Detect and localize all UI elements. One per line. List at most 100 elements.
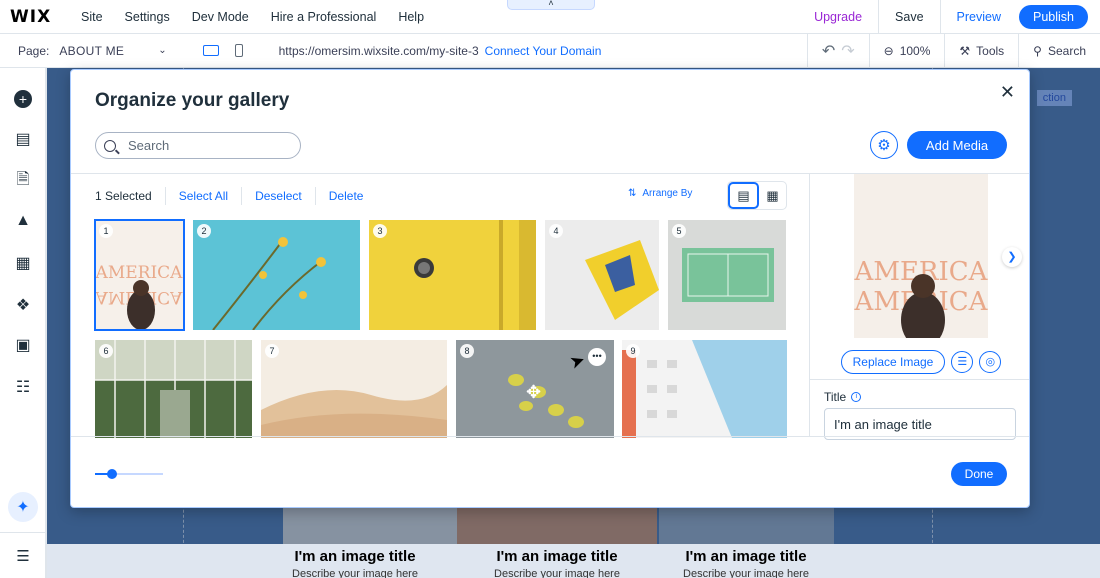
tile-image xyxy=(668,220,786,330)
main-menu: Site Settings Dev Mode Hire a Profession… xyxy=(70,10,435,24)
caption-desc: Describe your image here xyxy=(683,568,809,578)
layers-icon[interactable]: ☰ xyxy=(0,532,46,578)
connect-domain-link[interactable]: Connect Your Domain xyxy=(485,44,602,58)
menu-hire-professional[interactable]: Hire a Professional xyxy=(271,10,377,24)
arrange-by-button[interactable]: ⇅ Arrange By xyxy=(628,188,692,199)
selection-toolbar: 1 Selected Select All Deselect Delete xyxy=(95,185,363,207)
pages-icon[interactable]: 🗎 xyxy=(14,171,32,190)
search-button[interactable]: ⚲ Search xyxy=(1019,44,1100,58)
business-icon[interactable]: ❖ xyxy=(14,296,32,314)
design-icon[interactable]: ▲ xyxy=(14,212,32,230)
tile-number: 1 xyxy=(99,224,113,238)
gear-icon[interactable]: ⚙ xyxy=(870,131,898,159)
modal-title: Organize your gallery xyxy=(95,90,290,111)
gallery-tile[interactable]: 3 xyxy=(369,220,536,330)
tile-image xyxy=(622,340,787,438)
tools-label: Tools xyxy=(976,44,1005,58)
undo-icon[interactable]: ↶ xyxy=(822,41,835,61)
gallery-tile[interactable]: 5 xyxy=(668,220,786,330)
title-label: Title xyxy=(824,390,847,404)
mobile-icon[interactable] xyxy=(234,44,243,57)
divider xyxy=(71,436,1029,437)
menu-dev-mode[interactable]: Dev Mode xyxy=(192,10,249,24)
preview-button[interactable]: Preview xyxy=(957,10,1001,24)
done-button[interactable]: Done xyxy=(951,462,1007,486)
menu-help[interactable]: Help xyxy=(398,10,424,24)
thumbnail-size-slider[interactable] xyxy=(95,469,163,479)
desktop-icon[interactable] xyxy=(202,45,219,56)
zoom-control[interactable]: ⊖ 100% xyxy=(870,44,945,58)
move-icon[interactable]: ✥ xyxy=(526,382,541,403)
tile-number: 3 xyxy=(373,224,387,238)
divider xyxy=(241,187,243,205)
close-icon[interactable]: ✕ xyxy=(1000,82,1015,103)
canvas-caption: I'm an image title Describe your image h… xyxy=(656,548,836,578)
view-toggle: ▤ ▦ xyxy=(727,181,787,210)
page-selector[interactable]: ABOUT ME xyxy=(59,44,124,58)
gallery-tile[interactable]: 9 xyxy=(622,340,787,438)
save-button[interactable]: Save xyxy=(895,10,924,24)
tile-image xyxy=(95,340,252,438)
tile-number: 5 xyxy=(672,224,686,238)
select-all-link[interactable]: Select All xyxy=(179,189,228,203)
wix-logo[interactable]: WIX xyxy=(10,7,60,27)
add-media-button[interactable]: Add Media xyxy=(907,131,1007,159)
tile-number: 9 xyxy=(626,344,640,358)
gallery-tile[interactable]: 4 xyxy=(545,220,659,330)
image-actions: Replace Image ☰ ◎ xyxy=(810,344,1029,380)
collapse-toolbar-tab[interactable]: ˄ xyxy=(507,0,595,10)
gallery-tile[interactable]: AMERICA AMERICA 1 xyxy=(94,219,185,331)
upgrade-link[interactable]: Upgrade xyxy=(814,10,862,24)
tile-number: 6 xyxy=(99,344,113,358)
menu-site[interactable]: Site xyxy=(81,10,103,24)
grid-view-icon[interactable]: ▦ xyxy=(759,182,786,209)
tools-button[interactable]: ⚒ Tools xyxy=(945,44,1018,58)
gallery-tile[interactable]: ✥ ••• 8 xyxy=(456,340,614,438)
menu-settings[interactable]: Settings xyxy=(125,10,170,24)
editor-toolbar: Page: ABOUT ME ⌄ https://omersim.wixsite… xyxy=(0,34,1100,68)
tile-number: 8 xyxy=(460,344,474,358)
tile-number: 2 xyxy=(197,224,211,238)
canvas-caption: I'm an image title Describe your image h… xyxy=(467,548,647,578)
media-icon[interactable]: ▣ xyxy=(14,336,32,354)
sections-icon[interactable]: ▤ xyxy=(14,130,32,148)
search-input[interactable] xyxy=(128,138,278,153)
gallery-tile[interactable]: 2 xyxy=(193,220,360,330)
adjust-icon[interactable]: ☰ xyxy=(951,350,974,373)
tile-image xyxy=(193,220,360,330)
redo-icon[interactable]: ↷ xyxy=(841,41,854,61)
cms-icon[interactable]: ☷ xyxy=(14,378,32,396)
tile-number: 4 xyxy=(549,224,563,238)
caption-title: I'm an image title xyxy=(294,548,416,565)
chevron-down-icon[interactable]: ⌄ xyxy=(158,45,166,56)
publish-button[interactable]: Publish xyxy=(1019,5,1088,29)
svg-text:AMERICA: AMERICA xyxy=(95,263,183,283)
zoom-level: 100% xyxy=(899,44,931,58)
add-elements-icon[interactable]: + xyxy=(14,90,32,108)
search-icon xyxy=(104,139,116,152)
more-options-icon[interactable]: ••• xyxy=(588,348,606,366)
ai-assistant-icon[interactable]: ✦ xyxy=(8,492,38,522)
gallery-search xyxy=(95,132,301,159)
title-field-label: Title i xyxy=(824,390,862,404)
tile-image xyxy=(545,220,659,330)
toolbar-right: ↶ ↷ ⊖ 100% ⚒ Tools ⚲ Search xyxy=(806,34,1100,68)
gallery-tile[interactable]: 6 xyxy=(95,340,252,438)
canvas-caption: I'm an image title Describe your image h… xyxy=(265,548,445,578)
delete-link[interactable]: Delete xyxy=(329,189,364,203)
deselect-link[interactable]: Deselect xyxy=(255,189,302,203)
focal-point-icon[interactable]: ◎ xyxy=(979,350,1002,373)
divider xyxy=(164,187,166,205)
wrench-icon: ⚒ xyxy=(959,44,971,58)
slider-handle[interactable] xyxy=(107,469,117,479)
replace-image-button[interactable]: Replace Image xyxy=(840,349,946,374)
gallery-tile[interactable]: 7 xyxy=(261,340,447,438)
chevron-right-icon[interactable]: ❯ xyxy=(1002,247,1022,267)
caption-desc: Describe your image here xyxy=(494,568,620,578)
info-icon[interactable]: i xyxy=(851,392,862,402)
preview-image: AMERICA AMERICA xyxy=(810,174,1029,338)
arrange-by-label: Arrange By xyxy=(642,188,693,199)
selection-count: 1 Selected xyxy=(95,189,152,203)
masonry-view-icon[interactable]: ▤ xyxy=(728,182,759,209)
apps-icon[interactable]: ▦ xyxy=(14,254,32,272)
